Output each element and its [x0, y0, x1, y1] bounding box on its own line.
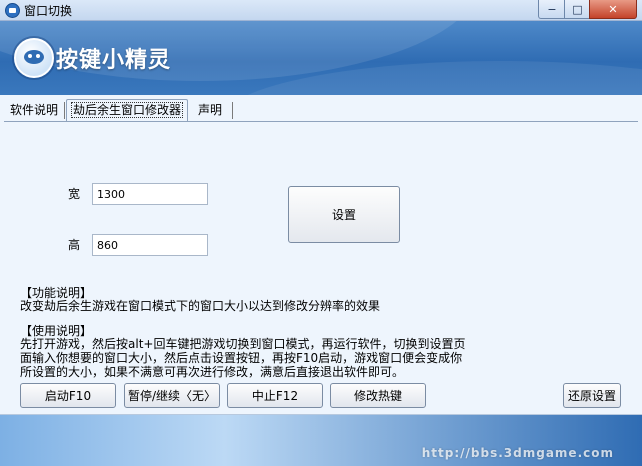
usage-line: 所设置的大小，如果不满意可再次进行修改，满意后直接退出软件即可。 — [20, 365, 405, 379]
logo-text: 按键小精灵 — [56, 48, 172, 73]
tab-panel-border — [4, 121, 638, 122]
minimize-button[interactable]: − — [538, 0, 566, 19]
pause-resume-button[interactable]: 暂停/继续〈无〉 — [124, 383, 220, 408]
usage-line: 先打开游戏，然后按alt+回车键把游戏切换到窗口模式，再运行软件，切换到设置页 — [20, 337, 466, 351]
width-label: 宽 — [68, 187, 81, 201]
logo-icon — [14, 38, 54, 78]
width-input[interactable] — [92, 183, 208, 205]
usage-line: 面输入你想要的窗口大小，然后点击设置按钮，再按F10启动，游戏窗口便会变成你 — [20, 351, 463, 365]
tab-label: 软件说明 — [10, 103, 59, 117]
title-bar: 窗口切换 − □ ✕ — [0, 0, 642, 21]
set-button[interactable]: 设置 — [288, 186, 400, 243]
maximize-button[interactable]: □ — [564, 0, 591, 19]
close-button[interactable]: ✕ — [589, 0, 637, 19]
header-banner: 按键小精灵 — [0, 21, 642, 95]
tab-label: 劫后余生窗口修改器 — [71, 102, 184, 118]
height-input[interactable] — [92, 234, 208, 256]
tab-divider — [64, 102, 65, 119]
modify-hotkey-button[interactable]: 修改热键 — [330, 383, 426, 408]
stop-button[interactable]: 中止F12 — [227, 383, 323, 408]
start-button[interactable]: 启动F10 — [20, 383, 116, 408]
window-title: 窗口切换 — [24, 4, 73, 18]
tab-window-modifier[interactable]: 劫后余生窗口修改器 — [66, 99, 189, 122]
feature-title: 【功能说明】 — [20, 286, 93, 300]
minimize-icon: − — [547, 2, 557, 16]
site-watermark: http://bbs.3dmgame.com — [421, 446, 614, 460]
maximize-icon: □ — [572, 2, 583, 16]
restore-settings-button[interactable]: 还原设置 — [563, 383, 621, 408]
tab-label: 声明 — [198, 103, 223, 117]
feature-text: 改变劫后余生游戏在窗口模式下的窗口大小以达到修改分辨率的效果 — [20, 299, 381, 313]
usage-title: 【使用说明】 — [20, 324, 93, 338]
app-icon — [5, 3, 20, 18]
height-label: 高 — [68, 238, 81, 252]
tab-divider — [232, 102, 233, 119]
close-icon: ✕ — [608, 2, 618, 16]
tab-statement[interactable]: 声明 — [194, 100, 226, 120]
app-window: 窗口切换 − □ ✕ 按键小精灵 软件说明 劫后余生窗口修改器 声明 宽 高 设… — [0, 0, 642, 466]
tab-software-info[interactable]: 软件说明 — [6, 100, 62, 120]
